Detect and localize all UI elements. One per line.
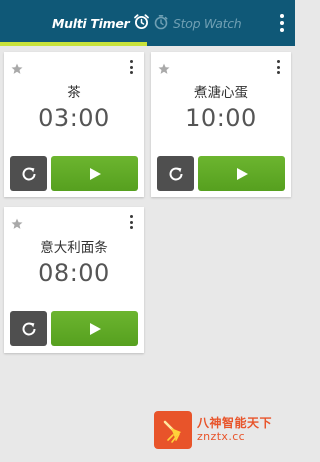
play-icon <box>236 167 248 180</box>
active-tab-indicator <box>0 42 147 46</box>
tab-multi-timer[interactable]: Multi Timer <box>52 0 150 46</box>
watermark-text: 八神智能天下 znztx.cc <box>197 415 273 443</box>
reset-icon <box>22 322 35 335</box>
star-icon[interactable] <box>11 215 23 234</box>
reset-icon <box>169 167 182 180</box>
timer-time: 08:00 <box>38 259 110 287</box>
timer-card: 煮溏心蛋 10:00 <box>151 52 291 197</box>
star-icon[interactable] <box>158 60 170 79</box>
reset-button[interactable] <box>10 156 47 191</box>
watermark: 八神智能天下 znztx.cc <box>154 411 272 449</box>
timer-card: 意大利面条 08:00 <box>4 207 144 353</box>
reset-button[interactable] <box>10 311 47 346</box>
tab-multi-timer-label: Multi Timer <box>52 15 130 31</box>
timer-name: 意大利面条 <box>40 240 108 256</box>
card-menu-icon[interactable] <box>128 215 134 229</box>
play-button[interactable] <box>51 311 138 346</box>
play-icon <box>89 322 101 335</box>
broom-logo-icon <box>154 411 192 449</box>
card-menu-icon[interactable] <box>128 60 134 74</box>
star-icon[interactable] <box>11 60 23 79</box>
alarm-clock-icon <box>133 13 150 33</box>
reset-button[interactable] <box>157 156 194 191</box>
tab-stop-watch-label: Stop Watch <box>173 15 242 31</box>
timer-name: 茶 <box>67 85 81 101</box>
watermark-title: 八神智能天下 <box>197 415 273 430</box>
play-button[interactable] <box>198 156 285 191</box>
timer-card: 茶 03:00 <box>4 52 144 197</box>
timer-time: 03:00 <box>38 104 110 132</box>
play-button[interactable] <box>51 156 138 191</box>
reset-icon <box>22 167 35 180</box>
tab-stop-watch[interactable]: Stop Watch <box>153 0 242 46</box>
play-icon <box>89 167 101 180</box>
card-menu-icon[interactable] <box>275 60 281 74</box>
stopwatch-icon <box>153 14 169 33</box>
timer-name: 煮溏心蛋 <box>194 85 248 101</box>
app-toolbar: Multi Timer Stop Watch <box>0 0 295 46</box>
overflow-menu-icon[interactable] <box>277 14 287 32</box>
watermark-url: znztx.cc <box>197 429 246 443</box>
timer-time: 10:00 <box>185 104 257 132</box>
